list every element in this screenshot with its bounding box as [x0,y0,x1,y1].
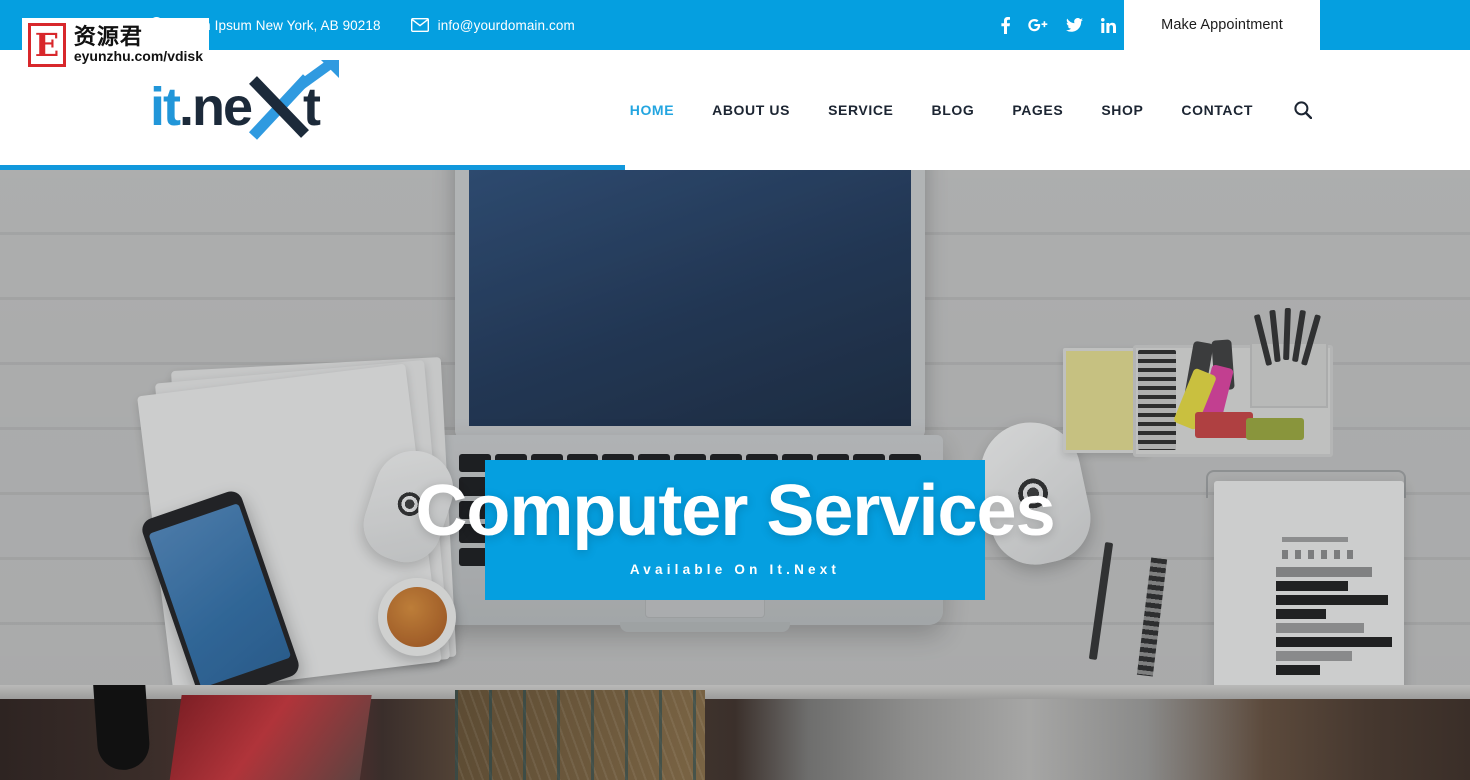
site-header: it . ne t HOME ABOUT US SERVICE BLOG PAG… [0,50,1470,170]
nav-item-about-us[interactable]: ABOUT US [693,102,809,118]
page-progress-track [0,165,1470,170]
watermark-chinese-text: 资源君 [73,24,143,50]
make-appointment-label: Make Appointment [1161,17,1283,33]
next-section-preview [0,685,1470,780]
linkedin-icon[interactable] [1101,17,1116,33]
watermark-url: eyunzhu.com/vdisk [73,47,203,64]
logo-part-dot: . [179,77,194,137]
plaid-fabric [455,690,705,780]
hero-background-image [0,170,1470,685]
email-item[interactable]: info@yourdomain.com [410,17,575,33]
search-icon[interactable] [1272,101,1312,119]
logo-part-it: it [150,77,181,137]
nav-item-blog[interactable]: BLOG [912,102,993,118]
nav-item-service[interactable]: SERVICE [809,102,912,118]
watermark-badge-icon: E [28,23,66,67]
nav-item-shop[interactable]: SHOP [1082,102,1162,118]
google-plus-icon[interactable] [1028,18,1048,32]
hero-slider[interactable]: Computer Services Available On It.Next [0,170,1470,685]
facebook-icon[interactable] [1001,16,1010,34]
hero-subtitle: Available On It.Next [629,562,841,577]
watermark-text-group: 资源君 eyunzhu.com/vdisk [74,26,203,64]
email-text: info@yourdomain.com [437,17,575,33]
nav-item-home[interactable]: HOME [611,102,693,118]
logo-arrow-x-icon [249,60,340,140]
nav-item-contact[interactable]: CONTACT [1162,102,1272,118]
logo-part-ne: ne [192,77,253,137]
make-appointment-button[interactable]: Make Appointment [1124,0,1320,50]
envelope-icon [410,18,429,32]
red-backpack [168,695,372,780]
watermark-letter: E [31,26,63,64]
nav-item-pages[interactable]: PAGES [993,102,1082,118]
page-progress-bar [0,165,625,170]
site-logo[interactable]: it . ne t [150,60,340,140]
hero-overlay-tint [0,170,1470,685]
top-bar: Lorem Ipsum New York, AB 90218 info@your… [0,0,1470,50]
twitter-icon[interactable] [1066,18,1083,32]
top-bar-contact-group: Lorem Ipsum New York, AB 90218 info@your… [150,0,575,50]
watermark-overlay: E 资源君 eyunzhu.com/vdisk [22,18,209,72]
hero-title: Computer Services [415,471,1055,551]
page-root: Lorem Ipsum New York, AB 90218 info@your… [0,0,1470,780]
main-navigation: HOME ABOUT US SERVICE BLOG PAGES SHOP CO… [611,50,1312,170]
